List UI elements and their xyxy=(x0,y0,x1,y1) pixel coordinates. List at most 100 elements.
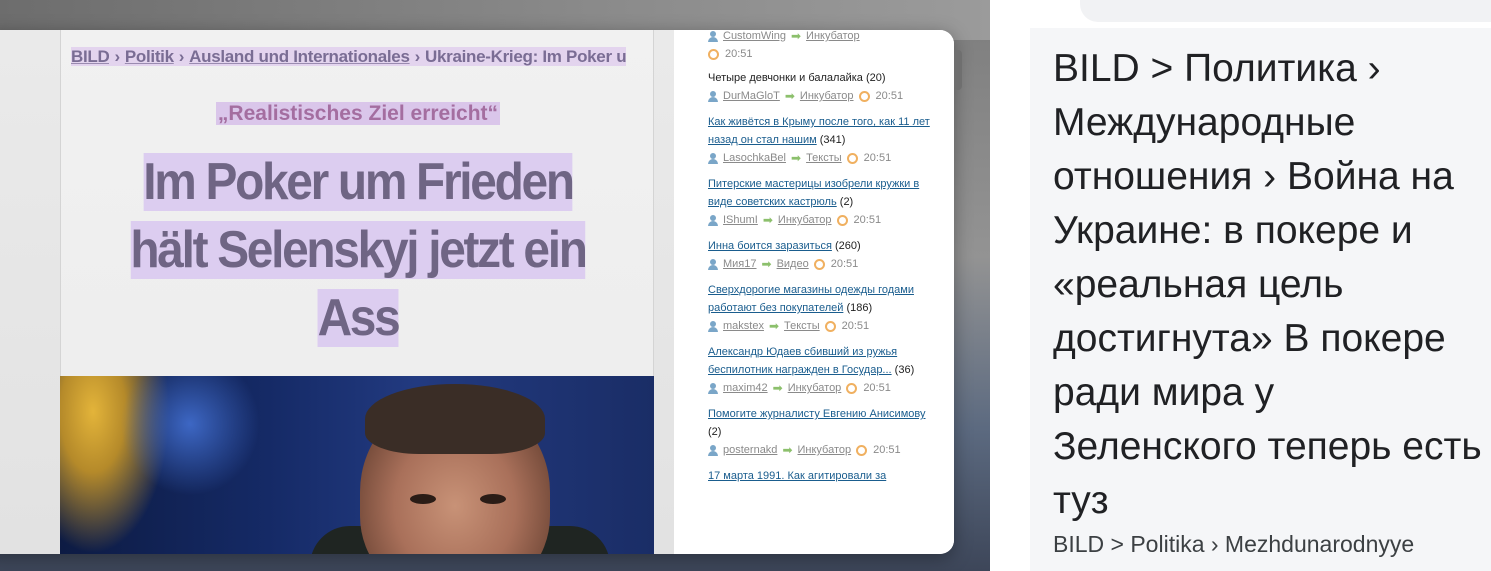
news-section[interactable]: Инкубатор xyxy=(788,379,842,397)
news-count: (36) xyxy=(894,364,915,376)
news-item: Четыре девчонки и балалайка (20) DurMaGl… xyxy=(708,69,936,105)
user-icon xyxy=(708,30,718,42)
breadcrumb-separator: › xyxy=(109,47,125,66)
news-title: Помогите журналисту Евгению Анисимову (2… xyxy=(708,405,936,441)
user-icon xyxy=(708,90,718,102)
news-author[interactable]: IShumI xyxy=(723,211,758,229)
news-author[interactable]: Мия17 xyxy=(723,255,757,273)
person-eye-left xyxy=(410,494,436,504)
right-panel-top xyxy=(1080,0,1491,22)
news-item: Помогите журналисту Евгению Анисимову (2… xyxy=(708,405,936,459)
news-author[interactable]: LasochkaBel xyxy=(723,149,786,167)
arrow-right-icon: ➡ xyxy=(784,89,795,103)
news-title-link[interactable]: Инна боится заразиться xyxy=(708,240,832,252)
news-time: 20:51 xyxy=(863,382,891,394)
news-count: (186) xyxy=(846,302,873,314)
arrow-right-icon: ➡ xyxy=(761,257,772,271)
news-title: Питерские мастерицы изобрели кружки в ви… xyxy=(708,175,936,211)
news-section[interactable]: Инкубатор xyxy=(800,87,854,105)
headline-line-2: hält Selenskyj jetzt ein xyxy=(130,221,588,279)
breadcrumb-link-ausland[interactable]: Ausland und Internationales xyxy=(189,47,410,66)
news-meta-time: 20:51 xyxy=(708,45,936,63)
news-item: Питерские мастерицы изобрели кружки в ви… xyxy=(708,175,936,229)
news-author[interactable]: posternakd xyxy=(723,441,777,459)
news-item: Александр Юдаев сбивший из ружья беспило… xyxy=(708,343,936,397)
news-item: 17 марта 1991. Как агитировали за xyxy=(708,467,936,485)
news-section[interactable]: Тексты xyxy=(806,149,842,167)
article-photo xyxy=(60,376,654,554)
user-icon xyxy=(708,258,718,270)
news-author[interactable]: maxim42 xyxy=(723,379,768,397)
news-section[interactable]: Видео xyxy=(777,255,809,273)
flag-background-blue xyxy=(120,376,260,496)
clock-icon xyxy=(846,382,858,394)
user-icon xyxy=(708,152,718,164)
panel-divider xyxy=(990,0,1002,571)
news-count: (2) xyxy=(839,196,854,208)
user-icon xyxy=(708,320,718,332)
news-title: Александр Юдаев сбивший из ружья беспило… xyxy=(708,343,936,379)
news-title-link[interactable]: Сверхдорогие магазины одежды годами рабо… xyxy=(708,284,914,314)
news-title-text[interactable]: Четыре девчонки и балалайка xyxy=(708,72,863,84)
news-section[interactable]: Инкубатор xyxy=(778,211,832,229)
arrow-right-icon: ➡ xyxy=(768,319,780,333)
news-meta: DurMaGloT ➡ Инкубатор 20:51 xyxy=(708,87,936,105)
news-title: Сверхдорогие магазины одежды годами рабо… xyxy=(708,281,936,317)
article-kicker: „Realistisches Ziel erreicht“ xyxy=(61,102,655,126)
news-time: 20:51 xyxy=(841,320,870,332)
article-headline: Im Poker um Frieden hält Selenskyj jetzt… xyxy=(103,148,613,352)
news-section[interactable]: Инкубатор xyxy=(798,441,852,459)
headline-line-1: Im Poker um Frieden xyxy=(143,153,575,211)
news-item: CustomWing ➡ Инкубатор 20:51 xyxy=(708,30,936,63)
news-item: Сверхдорогие магазины одежды годами рабо… xyxy=(708,281,936,335)
news-meta: makstex ➡ Тексты 20:51 xyxy=(708,317,936,335)
news-author[interactable]: CustomWing xyxy=(723,30,786,45)
news-meta: posternakd ➡ Инкубатор 20:51 xyxy=(708,441,936,459)
news-title-link[interactable]: Помогите журналисту Евгению Анисимову xyxy=(708,408,925,420)
news-sidebar: CustomWing ➡ Инкубатор 20:51 Четыре девч… xyxy=(694,30,954,554)
clock-icon xyxy=(708,48,719,60)
breadcrumb-link-bild[interactable]: BILD xyxy=(71,47,110,66)
screenshot-popup: BILD › Politik › Ausland und Internationales… xyxy=(0,30,954,554)
news-section[interactable]: Тексты xyxy=(784,317,820,335)
news-count: (260) xyxy=(834,240,861,252)
news-author[interactable]: DurMaGloT xyxy=(723,87,780,105)
news-count: (2) xyxy=(708,426,722,438)
arrow-right-icon: ➡ xyxy=(772,381,783,395)
news-meta: Мия17 ➡ Видео 20:51 xyxy=(708,255,936,273)
desktop-background: BILD › Politik › Ausland und Internationales… xyxy=(0,0,990,571)
user-icon xyxy=(708,382,718,394)
news-author[interactable]: makstex xyxy=(723,317,764,335)
transliteration-text: BILD > Politika › Mezhdunarodnyye xyxy=(1053,531,1415,557)
headline-line-3: Ass xyxy=(317,289,401,347)
news-item: Инна боится заразиться (260) Мия17 ➡ Вид… xyxy=(708,237,936,273)
breadcrumb-separator: › xyxy=(409,47,425,66)
translation-text: BILD > Политика › Международные отношени… xyxy=(1053,47,1482,522)
news-item: Как живётся в Крыму после того, как 11 л… xyxy=(708,113,936,167)
arrow-right-icon: ➡ xyxy=(762,213,773,227)
news-title-link[interactable]: Питерские мастерицы изобрели кружки в ви… xyxy=(708,178,919,208)
news-count: (20) xyxy=(865,72,886,84)
news-time: 20:51 xyxy=(725,48,753,60)
news-time: 20:51 xyxy=(875,90,904,102)
arrow-right-icon: ➡ xyxy=(790,30,802,43)
news-title: Четыре девчонки и балалайка (20) xyxy=(708,69,936,87)
clock-icon xyxy=(846,152,858,164)
breadcrumb-link-politik[interactable]: Politik xyxy=(124,47,174,66)
news-title: Инна боится заразиться (260) xyxy=(708,237,936,255)
news-title: 17 марта 1991. Как агитировали за xyxy=(708,467,936,485)
breadcrumb-separator: › xyxy=(173,47,190,66)
news-section[interactable]: Инкубатор xyxy=(806,30,860,45)
user-icon xyxy=(708,214,718,226)
news-count: (341) xyxy=(819,134,846,146)
news-title: Как живётся в Крыму после того, как 11 л… xyxy=(708,113,936,149)
kicker-text: „Realistisches Ziel erreicht“ xyxy=(215,102,501,125)
breadcrumb-current: Ukraine-Krieg: Im Poker u xyxy=(425,47,627,66)
arrow-right-icon: ➡ xyxy=(782,443,793,457)
news-meta: maxim42 ➡ Инкубатор 20:51 xyxy=(708,379,936,397)
news-title-link[interactable]: 17 марта 1991. Как агитировали за xyxy=(708,470,886,482)
news-title-link[interactable]: Александр Юдаев сбивший из ружья беспило… xyxy=(708,346,897,376)
arrow-right-icon: ➡ xyxy=(791,151,802,165)
news-time: 20:51 xyxy=(873,444,901,456)
scrollbar-thumb[interactable] xyxy=(954,50,962,90)
